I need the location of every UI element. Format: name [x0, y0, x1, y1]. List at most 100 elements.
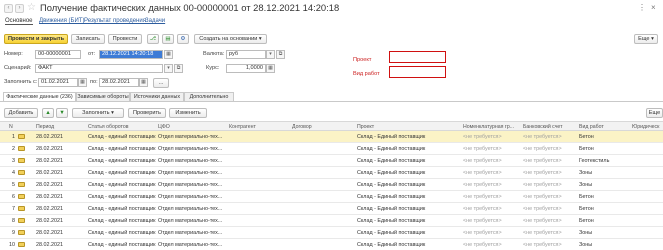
nav-posting-result[interactable]: Результат проведения [84, 18, 146, 24]
fill-button[interactable]: Заполнить ▾ [72, 108, 124, 118]
date-from-label: от: [88, 51, 96, 57]
number-field[interactable]: 00-00000001 [35, 50, 81, 59]
cell-n: 7 [12, 206, 15, 212]
rate-calc-icon[interactable]: ▦ [266, 64, 275, 73]
period-select-button[interactable]: ... [153, 78, 169, 88]
settings-icon[interactable]: ⚙ [177, 34, 189, 44]
cell-project: Склад - Единый поставщик [357, 146, 426, 152]
scenario-open-icon[interactable]: ⧉ [174, 64, 183, 73]
move-down-icon[interactable]: ▼ [56, 108, 68, 118]
cell-work-type: Геотекстиль [579, 158, 610, 164]
table-row[interactable]: 10 28.02.2021 Склад - единый поставщик Отде… [0, 239, 663, 250]
cell-article: Склад - единый поставщик [88, 158, 156, 164]
cell-period: 28.02.2021 [36, 242, 63, 248]
col-nomenclature[interactable]: Номенклатурная гр... [463, 124, 514, 130]
fill-from-field[interactable]: 01.02.2021 [38, 78, 78, 87]
cell-n: 1 [12, 134, 15, 140]
table-row[interactable]: 8 28.02.2021 Склад - единый поставщик Отдел… [0, 215, 663, 227]
table-row[interactable]: 3 28.02.2021 Склад - единый поставщик Отдел… [0, 155, 663, 167]
cell-cfo: Отдел материально-тех... [158, 242, 223, 248]
table-row[interactable]: 5 28.02.2021 Склад - единый поставщик Отдел… [0, 179, 663, 191]
cell-n: 5 [12, 182, 15, 188]
move-up-icon[interactable]: ▲ [42, 108, 54, 118]
col-article[interactable]: Статья оборотов [88, 124, 129, 130]
scenario-dropdown-icon[interactable]: ▾ [164, 64, 173, 73]
cell-bank-account: <не требуется> [523, 134, 562, 140]
structure-icon[interactable]: ⎇ [147, 34, 159, 44]
col-period[interactable]: Период [36, 124, 54, 130]
table-row[interactable]: 1 28.02.2021 Склад - единый поставщик Отдел… [0, 131, 663, 143]
table-row[interactable]: 9 28.02.2021 Склад - единый поставщик Отдел… [0, 227, 663, 239]
cell-nomenclature: <не требуется> [463, 242, 502, 248]
cell-work-type: Бетон [579, 134, 594, 140]
tab-additional[interactable]: Дополнительно [184, 92, 234, 101]
cell-nomenclature: <не требуется> [463, 218, 502, 224]
col-contract[interactable]: Договор [292, 124, 312, 130]
col-n[interactable]: N [9, 124, 13, 130]
date-field[interactable]: 28.12.2021 14:20:18 [99, 50, 163, 59]
currency-open-icon[interactable]: ⧉ [276, 50, 285, 59]
nav-tasks[interactable]: Задачи [145, 18, 165, 24]
project-label: Проект [353, 57, 372, 63]
col-cfo[interactable]: ЦФО [158, 124, 170, 130]
cell-nomenclature: <не требуется> [463, 170, 502, 176]
cell-cfo: Отдел материально-тех... [158, 194, 223, 200]
create-based-on-button[interactable]: Создать на основании ▾ [194, 34, 267, 44]
table-row[interactable]: 7 28.02.2021 Склад - единый поставщик Отдел… [0, 203, 663, 215]
col-work-type[interactable]: Вид работ [579, 124, 604, 130]
chevron-down-icon: ▾ [651, 36, 654, 42]
nav-movements[interactable]: Движения (БИТ) [39, 18, 84, 24]
cell-work-type: Зоны [579, 170, 593, 176]
rate-field[interactable]: 1,0000 [226, 64, 266, 73]
tab-actual-data[interactable]: Фактические данные (236) [3, 92, 76, 101]
post-and-close-button[interactable]: Провести и закрыть [4, 34, 68, 44]
table-row[interactable]: 6 28.02.2021 Склад - единый поставщик Отдел… [0, 191, 663, 203]
cell-period: 28.02.2021 [36, 206, 63, 212]
close-icon[interactable]: × [651, 3, 656, 12]
cell-work-type: Зоны [579, 182, 593, 188]
tab-data-sources[interactable]: Источники данных [130, 92, 184, 101]
check-button[interactable]: Проверить [128, 108, 166, 118]
table-more-button[interactable]: Еще [646, 108, 663, 118]
cell-nomenclature: <не требуется> [463, 134, 502, 140]
currency-field[interactable]: руб [226, 50, 266, 59]
project-field[interactable] [389, 51, 446, 63]
favorite-star-icon[interactable]: ☆ [27, 2, 36, 13]
work-type-field[interactable] [389, 66, 446, 78]
report-icon[interactable]: ▤ [162, 34, 174, 44]
calendar-icon[interactable]: ▦ [139, 78, 148, 87]
tab-dependent-turnovers[interactable]: Зависимые обороты [76, 92, 130, 101]
cell-article: Склад - единый поставщик [88, 230, 156, 236]
post-button[interactable]: Провести [108, 34, 142, 44]
fill-to-field[interactable]: 28.02.2021 [99, 78, 139, 87]
save-button[interactable]: Записать [71, 34, 105, 44]
nav-main[interactable]: Основное [5, 18, 33, 25]
more-actions-icon[interactable]: ⋮ [638, 3, 646, 12]
currency-label: Валюта: [203, 51, 225, 57]
scenario-field[interactable]: ФАКТ [35, 64, 163, 73]
form-nav: Основное Движения (БИТ) Результат провед… [0, 17, 663, 28]
cell-article: Склад - единый поставщик [88, 182, 156, 188]
change-button[interactable]: Изменить [169, 108, 207, 118]
cell-period: 28.02.2021 [36, 194, 63, 200]
calendar-icon[interactable]: ▦ [164, 50, 173, 59]
currency-dropdown-icon[interactable]: ▾ [266, 50, 275, 59]
col-counterparty[interactable]: Контрагент [229, 124, 256, 130]
chevron-down-icon: ▾ [258, 36, 262, 42]
forward-icon[interactable]: › [15, 4, 24, 13]
table-row[interactable]: 2 28.02.2021 Склад - единый поставщик Отдел… [0, 143, 663, 155]
cell-period: 28.02.2021 [36, 218, 63, 224]
row-item-icon [18, 182, 25, 187]
col-bank-account[interactable]: Банковский счет [523, 124, 563, 130]
fill-label: Заполнить [82, 110, 110, 116]
col-legal[interactable]: Юридическ [632, 124, 659, 130]
cell-article: Склад - единый поставщик [88, 242, 156, 248]
cell-cfo: Отдел материально-тех... [158, 170, 223, 176]
calendar-icon[interactable]: ▦ [78, 78, 87, 87]
back-icon[interactable]: ‹ [4, 4, 13, 13]
col-project[interactable]: Проект [357, 124, 374, 130]
add-row-button[interactable]: Добавить [4, 108, 38, 118]
cell-nomenclature: <не требуется> [463, 230, 502, 236]
more-button[interactable]: Еще ▾ [634, 34, 658, 44]
table-row[interactable]: 4 28.02.2021 Склад - единый поставщик Отдел… [0, 167, 663, 179]
